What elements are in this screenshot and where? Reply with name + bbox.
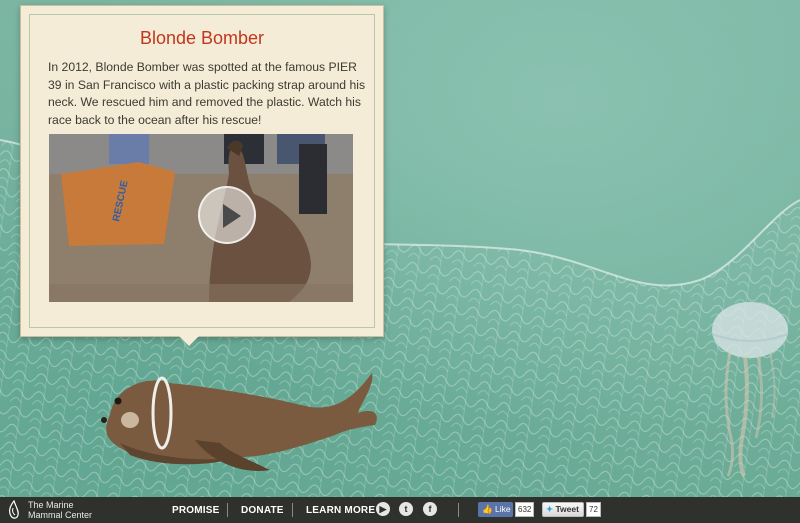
sea-lion-illustration (101, 373, 377, 471)
footer-bar: The Marine Mammal Center PROMISE DONATE … (0, 497, 800, 523)
youtube-icon[interactable]: ▶ (376, 502, 390, 516)
jellyfish-illustration (711, 302, 789, 477)
facebook-like-button[interactable]: 👍 Like (478, 502, 513, 517)
twitter-bird-icon: ✦ (546, 504, 554, 514)
org-name-line2: Mammal Center (28, 510, 93, 520)
like-label: Like (494, 504, 511, 514)
facebook-icon[interactable]: f (423, 502, 437, 516)
tweet-button[interactable]: ✦ Tweet (542, 502, 584, 517)
card-title: Blonde Bomber (139, 28, 265, 48)
ocean-scene: Blonde Bomber In 2012, Blonde Bomber was… (0, 0, 800, 497)
story-card: Blonde Bomber In 2012, Blonde Bomber was… (20, 5, 384, 337)
nav-donate[interactable]: DONATE (241, 505, 284, 516)
like-count: 632 (515, 502, 535, 517)
marine-mammal-center-logo-icon[interactable] (5, 500, 23, 520)
rescue-video[interactable]: RESCUE (49, 134, 353, 302)
card-description: In 2012, Blonde Bomber was spotted at th… (48, 60, 366, 127)
social-divider (458, 503, 459, 517)
card-pointer (178, 335, 200, 346)
tweet-count: 72 (586, 502, 601, 517)
org-name-line1: The Marine (28, 500, 74, 510)
org-name[interactable]: The Marine Mammal Center (28, 500, 108, 520)
twitter-icon[interactable]: t (399, 502, 413, 516)
nav-divider (292, 503, 293, 517)
play-button[interactable] (198, 186, 256, 244)
tweet-label: Tweet (555, 504, 579, 514)
nav-learn-more[interactable]: LEARN MORE (306, 505, 375, 516)
thumbs-up-icon: 👍 (482, 504, 493, 514)
nav-divider (227, 503, 228, 517)
nav-promise[interactable]: PROMISE (172, 505, 220, 516)
